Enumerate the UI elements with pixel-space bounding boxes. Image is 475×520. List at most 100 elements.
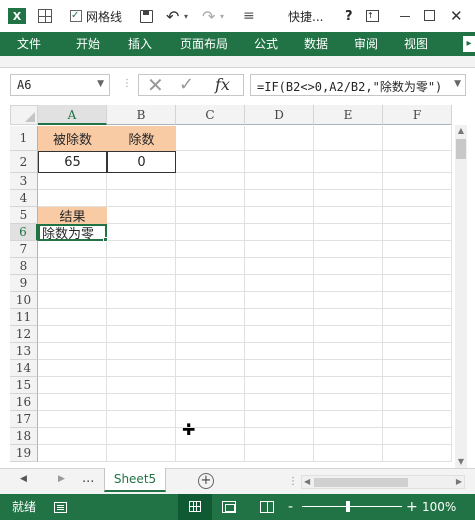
- chevron-down-icon[interactable]: ▼: [97, 79, 104, 89]
- undo-dropdown-icon[interactable]: ▾: [184, 0, 188, 32]
- column-header-e[interactable]: E: [314, 105, 383, 125]
- row-header-10[interactable]: 10: [10, 292, 38, 309]
- more-sheets-button[interactable]: ...: [82, 471, 94, 486]
- column-gridline: [175, 126, 176, 462]
- row-gridline: [38, 359, 452, 360]
- next-sheet-icon[interactable]: ▶: [58, 474, 65, 484]
- minimize-icon[interactable]: [400, 16, 410, 17]
- insert-function-icon[interactable]: fx: [215, 75, 230, 95]
- ribbon-scroll-right-icon[interactable]: ▸: [463, 36, 475, 52]
- row-gridline: [38, 410, 452, 411]
- column-header-b[interactable]: B: [107, 105, 176, 125]
- cell-a6[interactable]: 除数为零: [38, 224, 107, 242]
- tab-page-layout[interactable]: 页面布局: [172, 32, 236, 56]
- tab-review[interactable]: 审阅: [346, 32, 386, 56]
- gridlines-checkbox[interactable]: ✓: [70, 10, 82, 22]
- column-header-d[interactable]: D: [245, 105, 314, 125]
- undo-icon[interactable]: ↶: [166, 0, 179, 32]
- cell-a5[interactable]: 结果: [38, 207, 107, 225]
- row-gridline: [38, 308, 452, 309]
- row-header-15[interactable]: 15: [10, 377, 38, 394]
- row-header-16[interactable]: 16: [10, 394, 38, 411]
- row-header-19[interactable]: 19: [10, 445, 38, 462]
- tab-formulas[interactable]: 公式: [246, 32, 286, 56]
- add-sheet-icon[interactable]: +: [198, 473, 214, 489]
- zoom-in-button[interactable]: +: [406, 494, 418, 520]
- close-icon[interactable]: ✕: [450, 0, 463, 32]
- row-header-13[interactable]: 13: [10, 343, 38, 360]
- row-header-6[interactable]: 6: [10, 224, 38, 241]
- select-all-corner[interactable]: [10, 105, 38, 125]
- quick-access-label[interactable]: 快捷...: [288, 0, 323, 32]
- page-break-view-icon[interactable]: [260, 501, 274, 513]
- row-header-11[interactable]: 11: [10, 309, 38, 326]
- row-gridline: [38, 274, 452, 275]
- row-gridline: [38, 444, 452, 445]
- row-header-4[interactable]: 4: [10, 190, 38, 207]
- ribbon-display-options-icon[interactable]: ↑: [366, 10, 379, 22]
- scroll-left-icon[interactable]: ◀: [304, 476, 310, 488]
- scroll-right-icon[interactable]: ▶: [456, 476, 462, 488]
- row-header-17[interactable]: 17: [10, 411, 38, 428]
- sheet-tab-active[interactable]: Sheet5: [104, 468, 166, 492]
- redo-icon[interactable]: ↷: [202, 0, 215, 32]
- zoom-slider-track[interactable]: [302, 506, 402, 507]
- column-header-f[interactable]: F: [383, 105, 452, 125]
- scroll-down-icon[interactable]: ▼: [455, 456, 467, 468]
- macro-record-icon[interactable]: [54, 502, 67, 513]
- help-icon[interactable]: ?: [345, 0, 353, 32]
- ribbon-collapsed-area: [0, 56, 475, 68]
- cancel-icon[interactable]: ✕: [147, 75, 164, 95]
- cell-a2[interactable]: 65: [38, 151, 107, 173]
- zoom-out-button[interactable]: -: [288, 494, 293, 520]
- redo-dropdown-icon[interactable]: ▾: [220, 0, 224, 32]
- column-header-c[interactable]: C: [176, 105, 245, 125]
- formula-input[interactable]: =IF(B2<>0,A2/B2,"除数为零") ▼: [250, 74, 466, 96]
- fill-handle[interactable]: [103, 237, 108, 242]
- name-box[interactable]: A6 ▼: [10, 74, 110, 96]
- vertical-scroll-thumb[interactable]: [456, 139, 466, 159]
- tab-file[interactable]: 文件: [8, 32, 50, 56]
- tab-data[interactable]: 数据: [296, 32, 336, 56]
- horizontal-scroll-thumb[interactable]: [314, 478, 408, 487]
- zoom-level[interactable]: 100%: [422, 494, 456, 520]
- maximize-icon[interactable]: [424, 10, 435, 21]
- row-header-8[interactable]: 8: [10, 258, 38, 275]
- tab-home[interactable]: 开始: [66, 32, 110, 56]
- customize-quick-access-icon[interactable]: ≡: [243, 0, 255, 32]
- zoom-slider-thumb[interactable]: [346, 501, 350, 512]
- row-header-18[interactable]: 18: [10, 428, 38, 445]
- expand-formula-bar-icon[interactable]: ▼: [454, 79, 461, 89]
- row-header-12[interactable]: 12: [10, 326, 38, 343]
- table-grid-icon[interactable]: [38, 9, 52, 23]
- worksheet-grid[interactable]: ✚ ▲ ▼ A B C D E F 1 2 3 4 5 6 7 8 9 10 11 12 13 14 15 16 17 18 1…: [0, 104, 475, 468]
- row-header-1[interactable]: 1: [10, 126, 38, 151]
- cell-b2[interactable]: 0: [107, 151, 176, 173]
- horizontal-scrollbar[interactable]: ◀ ▶: [301, 475, 465, 489]
- cell-b1[interactable]: 除数: [107, 126, 176, 151]
- name-box-value: A6: [17, 78, 32, 92]
- row-header-14[interactable]: 14: [10, 360, 38, 377]
- row-header-3[interactable]: 3: [10, 173, 38, 190]
- row-gridline: [38, 257, 452, 258]
- tab-view[interactable]: 视图: [396, 32, 436, 56]
- cell-a1[interactable]: 被除数: [38, 126, 107, 151]
- tab-insert[interactable]: 插入: [118, 32, 162, 56]
- row-header-9[interactable]: 9: [10, 275, 38, 292]
- prev-sheet-icon[interactable]: ◀: [20, 474, 27, 484]
- scroll-up-icon[interactable]: ▲: [455, 125, 467, 137]
- vertical-scrollbar[interactable]: ▲ ▼: [455, 125, 467, 468]
- tab-split-handle-icon[interactable]: ⋮: [288, 476, 298, 487]
- save-icon[interactable]: [140, 10, 153, 23]
- enter-check-icon[interactable]: ✓: [179, 75, 194, 95]
- row-header-2[interactable]: 2: [10, 151, 38, 173]
- row-header-5[interactable]: 5: [10, 207, 38, 224]
- cell-cursor-icon: ✚: [182, 420, 196, 439]
- column-header-a[interactable]: A: [38, 105, 107, 125]
- row-header-7[interactable]: 7: [10, 241, 38, 258]
- page-layout-view-icon[interactable]: [222, 501, 236, 513]
- row-gridline: [38, 291, 452, 292]
- formula-bar-grip-icon[interactable]: ⋮: [122, 78, 132, 89]
- normal-view-button[interactable]: [178, 494, 212, 520]
- normal-view-icon: [189, 501, 201, 512]
